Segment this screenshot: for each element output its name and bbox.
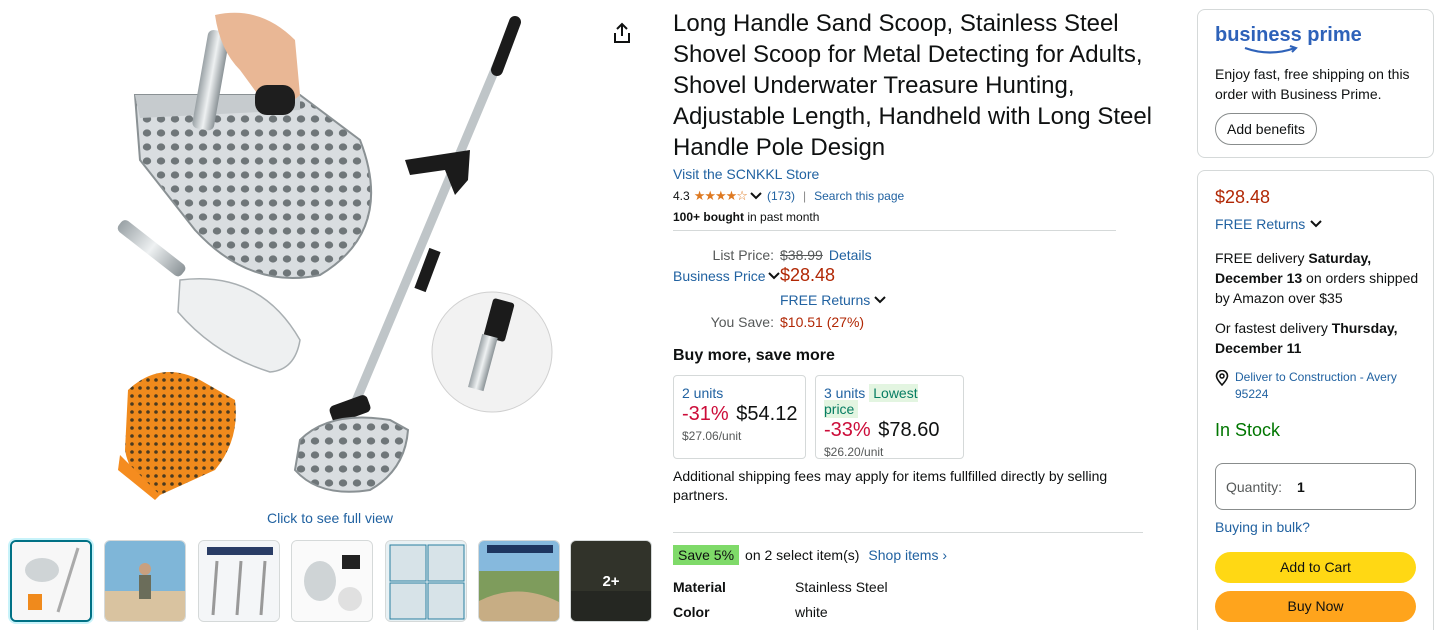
business-prime-logo: business prime	[1215, 21, 1365, 62]
promo-row: Save 5% on 2 select item(s) Shop items ›	[673, 545, 947, 565]
buying-in-bulk-link[interactable]: Buying in bulk?	[1215, 519, 1310, 535]
tier-total: $78.60	[878, 419, 940, 441]
tier-discount: -31%	[682, 403, 729, 425]
shipping-note: Additional shipping fees may apply for i…	[673, 468, 1108, 503]
buy-box-price: $28.48	[1215, 187, 1271, 207]
business-prime-panel: business prime Enjoy fast, free shipping…	[1197, 9, 1434, 158]
tier-units: 3 units	[824, 385, 866, 401]
thumbnail-5[interactable]	[385, 540, 467, 622]
bought-in-past-month: 100+ bought in past month	[673, 210, 819, 224]
business-prime-description: Enjoy fast, free shipping on this order …	[1215, 66, 1410, 102]
add-to-cart-button[interactable]: Add to Cart	[1215, 552, 1416, 583]
add-benefits-button[interactable]: Add benefits	[1215, 113, 1317, 145]
rating-row: 4.3 ★★★★☆ (173) | Search this page	[673, 188, 904, 204]
spec-key-material: Material	[673, 579, 726, 595]
quantity-value: 1	[1297, 478, 1305, 495]
quantity-label: Quantity:	[1226, 478, 1283, 495]
more-images-count: 2+	[571, 541, 651, 621]
star-rating-icon[interactable]: ★★★★☆	[694, 188, 748, 204]
you-save: $10.51 (27%)	[780, 314, 864, 330]
product-title: Long Handle Sand Scoop, Stainless Steel …	[673, 10, 1153, 161]
business-price: $28.48	[780, 265, 836, 285]
divider	[673, 230, 1116, 231]
thumbnail-more[interactable]: 2+	[570, 540, 652, 622]
delivery-info: FREE delivery Saturday, December 13 on o…	[1215, 248, 1425, 308]
free-returns-label: FREE Returns	[1215, 216, 1306, 232]
stock-status: In Stock	[1215, 420, 1281, 440]
fastest-delivery-info: Or fastest delivery Thursday, December 1…	[1215, 318, 1425, 358]
spec-key-color: Color	[673, 604, 710, 620]
thumbnail-2[interactable]	[104, 540, 186, 622]
chevron-down-icon	[874, 296, 886, 304]
buy-more-heading: Buy more, save more	[673, 347, 835, 364]
shop-items-link[interactable]: Shop items ›	[868, 547, 947, 563]
tier-per-unit: $27.06/unit	[682, 429, 742, 443]
tier-units: 2 units	[682, 385, 724, 401]
buy-box: $28.48 FREE Returns FREE delivery Saturd…	[1197, 170, 1434, 630]
tier-units-row: 3 units Lowest price	[824, 384, 955, 418]
business-price-label: Business Price	[673, 268, 766, 284]
tier-total: $54.12	[736, 403, 798, 425]
chevron-down-icon	[1310, 220, 1322, 228]
product-photo	[117, 12, 553, 500]
divider: |	[802, 189, 807, 203]
share-icon[interactable]	[612, 22, 640, 50]
main-product-image[interactable]	[0, 0, 660, 510]
list-price-label: List Price:	[712, 247, 774, 263]
tier-discount: -33%	[824, 419, 871, 441]
deliver-to-text: Deliver to Construction - Avery 95224	[1235, 370, 1397, 401]
quantity-tier-2-units[interactable]: 2 units -31% $54.12 $27.06/unit	[673, 375, 806, 459]
rating-value: 4.3	[673, 189, 690, 203]
bought-period: in past month	[744, 210, 820, 224]
location-pin-icon	[1215, 370, 1229, 386]
delivery-prefix: FREE delivery	[1215, 250, 1309, 266]
tier-per-unit: $26.20/unit	[824, 445, 884, 459]
list-price-value: $38.99	[780, 247, 823, 263]
you-save-value: $10.51 (27%)	[780, 314, 865, 330]
you-save-label: You Save:	[710, 314, 774, 330]
fastest-prefix: Or fastest delivery	[1215, 320, 1332, 336]
deliver-to-link[interactable]: Deliver to Construction - Avery 95224	[1215, 369, 1425, 403]
free-returns-link[interactable]: FREE Returns	[780, 292, 886, 308]
chevron-down-icon	[767, 272, 780, 280]
thumbnail-1[interactable]	[10, 540, 92, 622]
thumbnail-6[interactable]	[478, 540, 560, 622]
promo-text: on 2 select item(s)	[745, 547, 860, 563]
rating-count-link[interactable]: (173)	[767, 189, 795, 203]
image-gallery: Click to see full view 2+	[0, 0, 660, 630]
details-link[interactable]: Details	[829, 247, 872, 263]
tier-price-row: -33% $78.60	[824, 419, 955, 442]
quantity-tier-3-units[interactable]: 3 units Lowest price -33% $78.60 $26.20/u…	[815, 375, 964, 459]
click-full-view-link[interactable]: Click to see full view	[0, 510, 660, 526]
free-returns-label: FREE Returns	[780, 292, 871, 308]
store-link[interactable]: Visit the SCNKKL Store	[673, 166, 819, 182]
buy-box-free-returns-link[interactable]: FREE Returns	[1215, 216, 1322, 232]
spec-value-color: white	[795, 604, 828, 620]
spec-value-material: Stainless Steel	[795, 579, 888, 595]
search-page-link[interactable]: Search this page	[814, 189, 904, 203]
business-prime-logo-text: business prime	[1215, 24, 1362, 46]
divider	[673, 532, 1143, 533]
buy-now-button[interactable]: Buy Now	[1215, 591, 1416, 622]
bought-count: 100+ bought	[673, 210, 745, 224]
chevron-down-icon[interactable]	[750, 192, 762, 200]
business-prime-logo-graphic: business prime	[1215, 24, 1362, 54]
thumbnail-4[interactable]	[291, 540, 373, 622]
tier-price-row: -31% $54.12	[682, 403, 797, 426]
thumbnail-3[interactable]	[198, 540, 280, 622]
save-percent-badge: Save 5%	[673, 545, 740, 565]
list-price: $38.99 Details	[780, 247, 872, 263]
quantity-select[interactable]: Quantity: 1	[1215, 463, 1416, 510]
business-price-dropdown[interactable]: Business Price	[673, 268, 780, 284]
